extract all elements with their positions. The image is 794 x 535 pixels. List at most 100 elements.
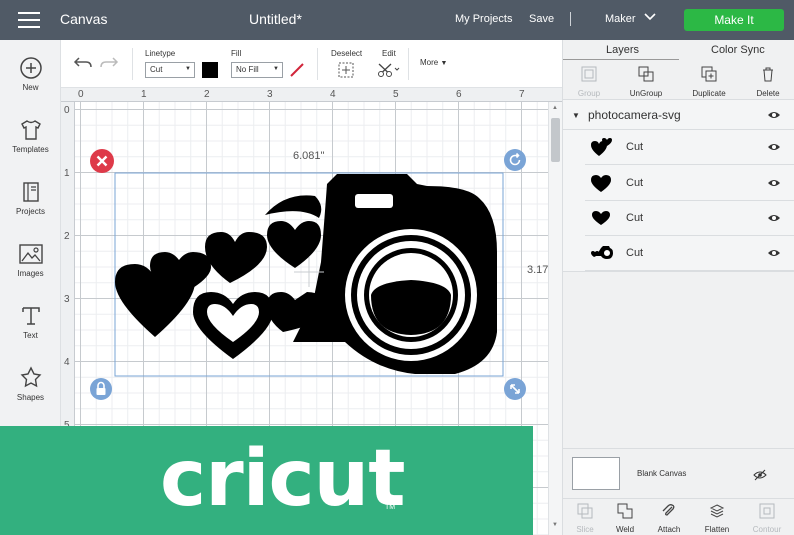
sidebar-item-label: Templates bbox=[12, 145, 49, 154]
plus-circle-icon bbox=[19, 57, 42, 79]
sidebar-item-label: Text bbox=[23, 331, 38, 340]
delete-handle-icon[interactable] bbox=[89, 148, 115, 174]
book-icon bbox=[22, 182, 39, 202]
shirt-icon bbox=[20, 120, 41, 140]
width-dimension: 6.081" bbox=[293, 150, 325, 162]
more-menu[interactable]: More ▼ bbox=[420, 58, 447, 67]
eye-icon[interactable] bbox=[767, 178, 781, 188]
panel-tabs: Layers Color Sync bbox=[563, 40, 794, 60]
tab-color-sync[interactable]: Color Sync bbox=[711, 44, 765, 56]
save-button[interactable]: Save bbox=[529, 13, 554, 25]
document-title[interactable]: Untitled* bbox=[249, 11, 302, 27]
chevron-down-icon[interactable] bbox=[644, 13, 656, 21]
cricut-logo-text: cricut bbox=[160, 434, 405, 524]
fill-value: No Fill bbox=[236, 65, 259, 74]
layer-row[interactable]: Cut bbox=[585, 236, 794, 271]
app-title: Canvas bbox=[60, 11, 108, 27]
scroll-up-arrow-icon[interactable]: ▲ bbox=[552, 105, 558, 111]
layer-name: Cut bbox=[626, 141, 644, 153]
sidebar-item-shapes[interactable]: Shapes bbox=[0, 366, 61, 402]
linetype-color-swatch[interactable] bbox=[202, 62, 218, 78]
ruler-tick: 0 bbox=[64, 105, 70, 116]
machine-select[interactable]: Maker bbox=[605, 13, 636, 25]
weld-label: Weld bbox=[615, 525, 635, 534]
trademark-mark: TM bbox=[385, 504, 396, 511]
deselect-icon[interactable] bbox=[338, 62, 354, 78]
linetype-label: Linetype bbox=[145, 49, 176, 58]
shapes-icon bbox=[20, 366, 41, 388]
ruler-tick: 5 bbox=[393, 89, 399, 100]
heart-thumbnail-icon bbox=[591, 175, 611, 192]
scrollbar-thumb[interactable] bbox=[551, 118, 560, 162]
canvas-vertical-scrollbar[interactable]: ▲ ▼ bbox=[548, 102, 562, 535]
ruler-horizontal: 0 1 2 3 4 5 6 7 bbox=[61, 88, 562, 102]
ruler-tick: 1 bbox=[64, 168, 70, 179]
scissors-icon[interactable] bbox=[377, 62, 401, 78]
bottom-tools: Slice Weld Attach Flatten Contour bbox=[563, 498, 794, 535]
blank-canvas-swatch[interactable] bbox=[572, 457, 620, 490]
no-fill-swatch-icon[interactable] bbox=[289, 62, 305, 78]
ruler-tick: 4 bbox=[64, 357, 70, 368]
trash-icon bbox=[763, 67, 773, 82]
sidebar-item-templates[interactable]: Templates bbox=[0, 118, 61, 154]
group-button[interactable]: Group bbox=[564, 66, 614, 98]
hamburger-menu-icon[interactable] bbox=[18, 12, 40, 28]
ungroup-button[interactable]: UnGroup bbox=[621, 66, 671, 98]
linetype-select[interactable]: Cut ▼ bbox=[145, 62, 195, 78]
lock-handle-icon[interactable] bbox=[89, 377, 113, 401]
toolbar-divider bbox=[132, 48, 133, 80]
ruler-tick: 3 bbox=[267, 89, 273, 100]
fill-select[interactable]: No Fill ▼ bbox=[231, 62, 283, 78]
sidebar-item-projects[interactable]: Projects bbox=[0, 180, 61, 216]
layers-list: ▼ photocamera-svg Cut Cut Cut Cut bbox=[563, 100, 794, 272]
paperclip-icon bbox=[662, 504, 675, 516]
layer-row[interactable]: Cut bbox=[585, 201, 794, 236]
contour-icon bbox=[759, 503, 775, 519]
eye-icon[interactable] bbox=[767, 213, 781, 223]
eye-hidden-icon[interactable] bbox=[753, 469, 767, 481]
delete-button[interactable]: Delete bbox=[743, 66, 793, 98]
cricut-logo-banner: cricut TM bbox=[0, 426, 533, 535]
sidebar-item-label: Projects bbox=[16, 207, 45, 216]
tab-layers[interactable]: Layers bbox=[606, 44, 639, 56]
layer-row[interactable]: Cut bbox=[585, 130, 794, 165]
header-divider bbox=[570, 12, 571, 26]
redo-icon[interactable] bbox=[99, 55, 119, 71]
more-label: More bbox=[420, 58, 439, 67]
eye-icon[interactable] bbox=[767, 142, 781, 152]
collapse-triangle-icon[interactable]: ▼ bbox=[572, 111, 580, 120]
duplicate-button[interactable]: Duplicate bbox=[684, 66, 734, 98]
heart-thumbnail-icon bbox=[592, 211, 610, 225]
toolbar-divider bbox=[317, 48, 318, 80]
layer-group-row[interactable]: ▼ photocamera-svg bbox=[563, 100, 794, 130]
sidebar-item-new[interactable]: New bbox=[0, 56, 61, 92]
contour-button[interactable]: Contour bbox=[745, 503, 789, 534]
rotate-handle-icon[interactable] bbox=[503, 148, 527, 172]
eye-icon[interactable] bbox=[767, 248, 781, 258]
hearts-thumbnail-icon bbox=[591, 138, 612, 156]
flatten-icon bbox=[709, 504, 725, 518]
undo-icon[interactable] bbox=[73, 55, 93, 71]
edit-toolbar: Linetype Cut ▼ Fill No Fill ▼ Deselect E… bbox=[61, 40, 562, 88]
layer-tools: Group UnGroup Duplicate Delete bbox=[563, 60, 794, 100]
linetype-value: Cut bbox=[150, 65, 163, 74]
eye-icon[interactable] bbox=[767, 110, 781, 120]
slice-button[interactable]: Slice bbox=[563, 503, 607, 534]
layers-panel: Layers Color Sync Group UnGroup Duplicat… bbox=[562, 40, 794, 535]
layer-row[interactable]: Cut bbox=[585, 166, 794, 201]
duplicate-label: Duplicate bbox=[692, 89, 726, 98]
make-it-button[interactable]: Make It bbox=[684, 9, 784, 31]
duplicate-icon bbox=[701, 66, 717, 82]
weld-button[interactable]: Weld bbox=[603, 503, 647, 534]
camera-thumbnail-icon bbox=[591, 246, 613, 259]
flatten-button[interactable]: Flatten bbox=[695, 503, 739, 534]
sidebar-item-text[interactable]: Text bbox=[0, 304, 61, 340]
blank-canvas-row[interactable]: Blank Canvas bbox=[563, 448, 794, 498]
attach-button[interactable]: Attach bbox=[647, 503, 691, 534]
scroll-down-arrow-icon[interactable]: ▼ bbox=[552, 522, 558, 528]
my-projects-link[interactable]: My Projects bbox=[455, 13, 512, 25]
sidebar-item-images[interactable]: Images bbox=[0, 242, 61, 278]
layer-name: Cut bbox=[626, 177, 644, 189]
resize-handle-icon[interactable] bbox=[503, 377, 527, 401]
dropdown-arrow-icon: ▼ bbox=[185, 66, 191, 72]
